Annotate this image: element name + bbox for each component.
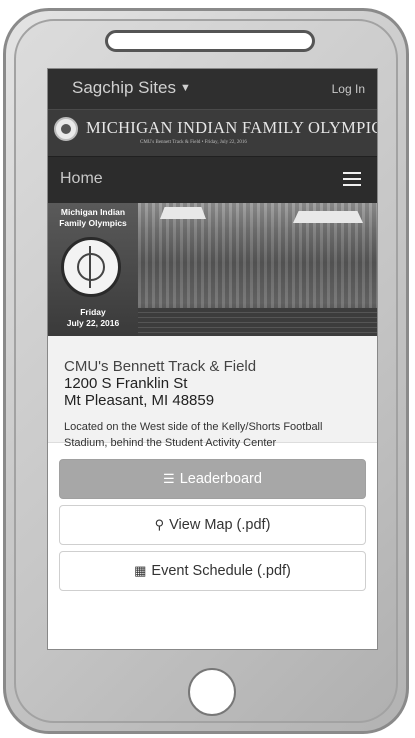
- action-buttons: ☰ Leaderboard ⚲ View Map (.pdf) ▦ Event Sch…: [48, 443, 377, 591]
- phone-speaker: [105, 30, 315, 52]
- menu-line: [343, 178, 361, 180]
- top-bar: Sagchip Sites ▼ Log In: [48, 69, 377, 109]
- map-marker-icon: ⚲: [154, 517, 165, 532]
- banner-subtitle: CMU's Bennett Track & Field • Friday, Ju…: [140, 140, 247, 145]
- venue-name: CMU's Bennett Track & Field: [64, 358, 257, 375]
- venue-street: 1200 S Franklin St: [64, 375, 188, 392]
- home-link[interactable]: Home: [60, 170, 103, 188]
- venue-city: Mt Pleasant, MI 48859: [64, 392, 215, 409]
- list-icon: ☰: [163, 471, 175, 486]
- event-schedule-label: Event Schedule (.pdf): [151, 563, 291, 579]
- hero-logo-panel: Michigan Indian Family Olympics Friday J…: [48, 203, 138, 336]
- menu-icon[interactable]: [339, 169, 367, 191]
- view-map-button[interactable]: ⚲ View Map (.pdf): [59, 505, 366, 545]
- tent-shape: [293, 211, 363, 223]
- venue-info: CMU's Bennett Track & Field 1200 S Frank…: [48, 336, 377, 449]
- hero-date: Friday July 22, 2016: [50, 307, 136, 329]
- track-surface: [138, 308, 377, 336]
- hero-title: Michigan Indian Family Olympics: [59, 207, 127, 228]
- tent-shape: [160, 207, 206, 219]
- phone-home-button[interactable]: [188, 668, 236, 716]
- leaderboard-button[interactable]: ☰ Leaderboard: [59, 459, 366, 499]
- crowd-photo: [138, 203, 377, 336]
- site-banner[interactable]: MICHIGAN INDIAN FAMILY OLYMPICS CMU's Be…: [48, 109, 377, 156]
- menu-line: [343, 172, 361, 174]
- calendar-icon: ▦: [134, 563, 147, 578]
- leaderboard-label: Leaderboard: [179, 471, 262, 487]
- phone-screen: Sagchip Sites ▼ Log In MICHIGAN INDIAN FA…: [47, 68, 378, 650]
- banner-title: MICHIGAN INDIAN FAMILY OLYMPICS: [86, 118, 378, 137]
- hero-image: Michigan Indian Family Olympics Friday J…: [48, 203, 377, 336]
- view-map-label: View Map (.pdf): [169, 517, 271, 533]
- menu-line: [343, 184, 361, 186]
- login-link[interactable]: Log In: [332, 82, 365, 96]
- hero-day: Friday: [80, 307, 106, 317]
- seal-logo-icon: [54, 117, 78, 141]
- sites-dropdown[interactable]: Sagchip Sites ▼: [72, 78, 191, 98]
- nav-bar: Home: [48, 156, 377, 203]
- event-schedule-button[interactable]: ▦ Event Schedule (.pdf): [59, 551, 366, 591]
- sites-dropdown-label: Sagchip Sites: [72, 78, 176, 97]
- hero-date-text: July 22, 2016: [66, 318, 120, 328]
- medicine-wheel-emblem-icon: [61, 237, 121, 297]
- caret-down-icon: ▼: [179, 82, 191, 94]
